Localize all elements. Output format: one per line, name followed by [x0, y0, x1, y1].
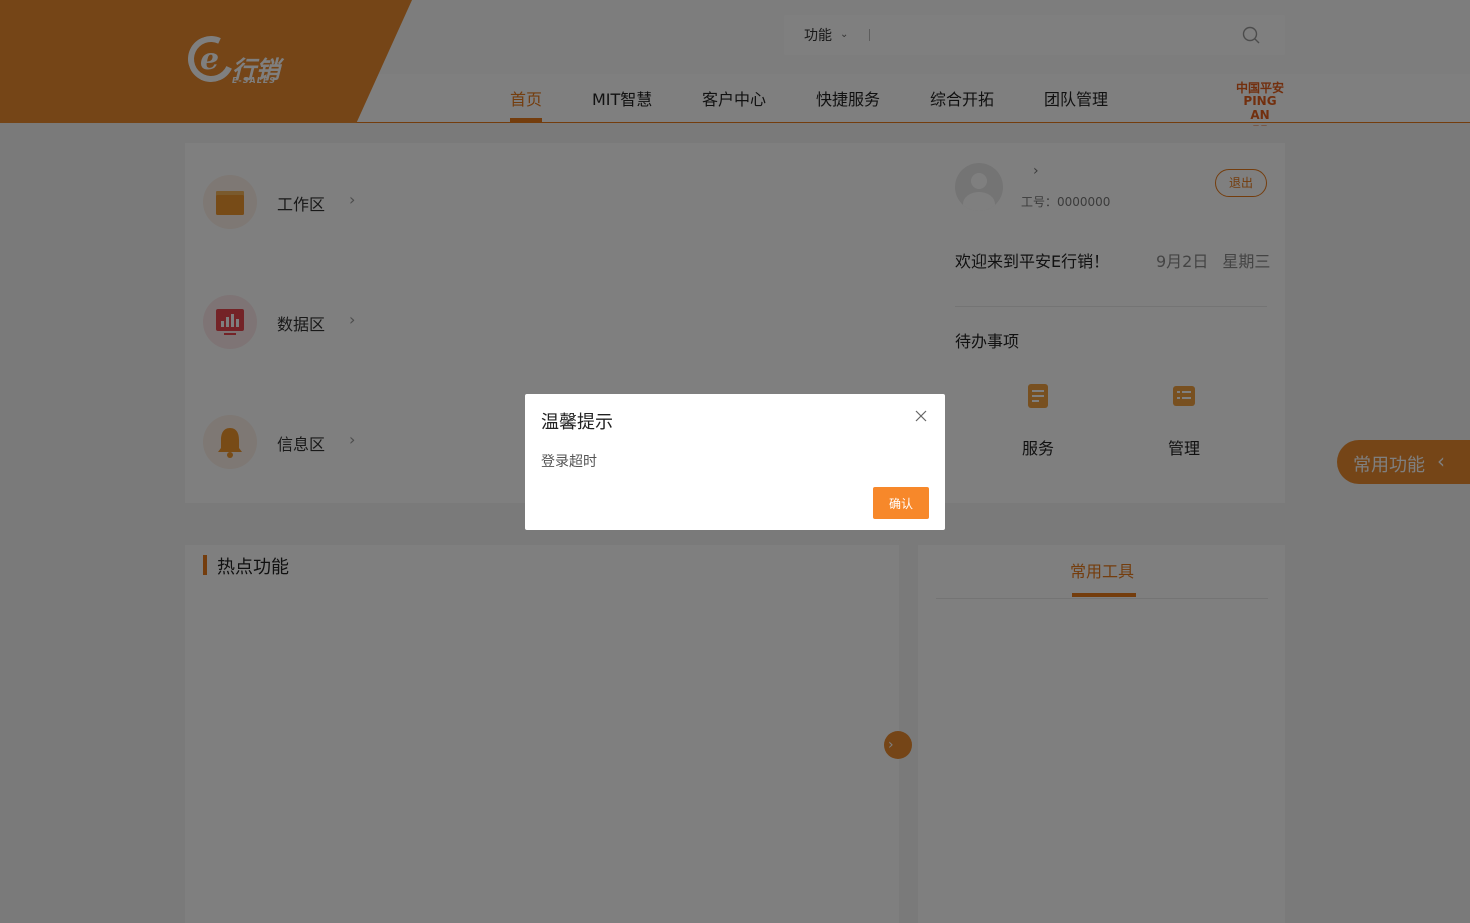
dialog-message: 登录超时 [541, 454, 597, 470]
dialog-title: 温馨提示 [541, 412, 613, 433]
confirm-button[interactable]: 确认 [873, 487, 929, 519]
close-icon[interactable] [913, 408, 929, 424]
timeout-dialog: 温馨提示 登录超时 确认 [525, 394, 945, 530]
